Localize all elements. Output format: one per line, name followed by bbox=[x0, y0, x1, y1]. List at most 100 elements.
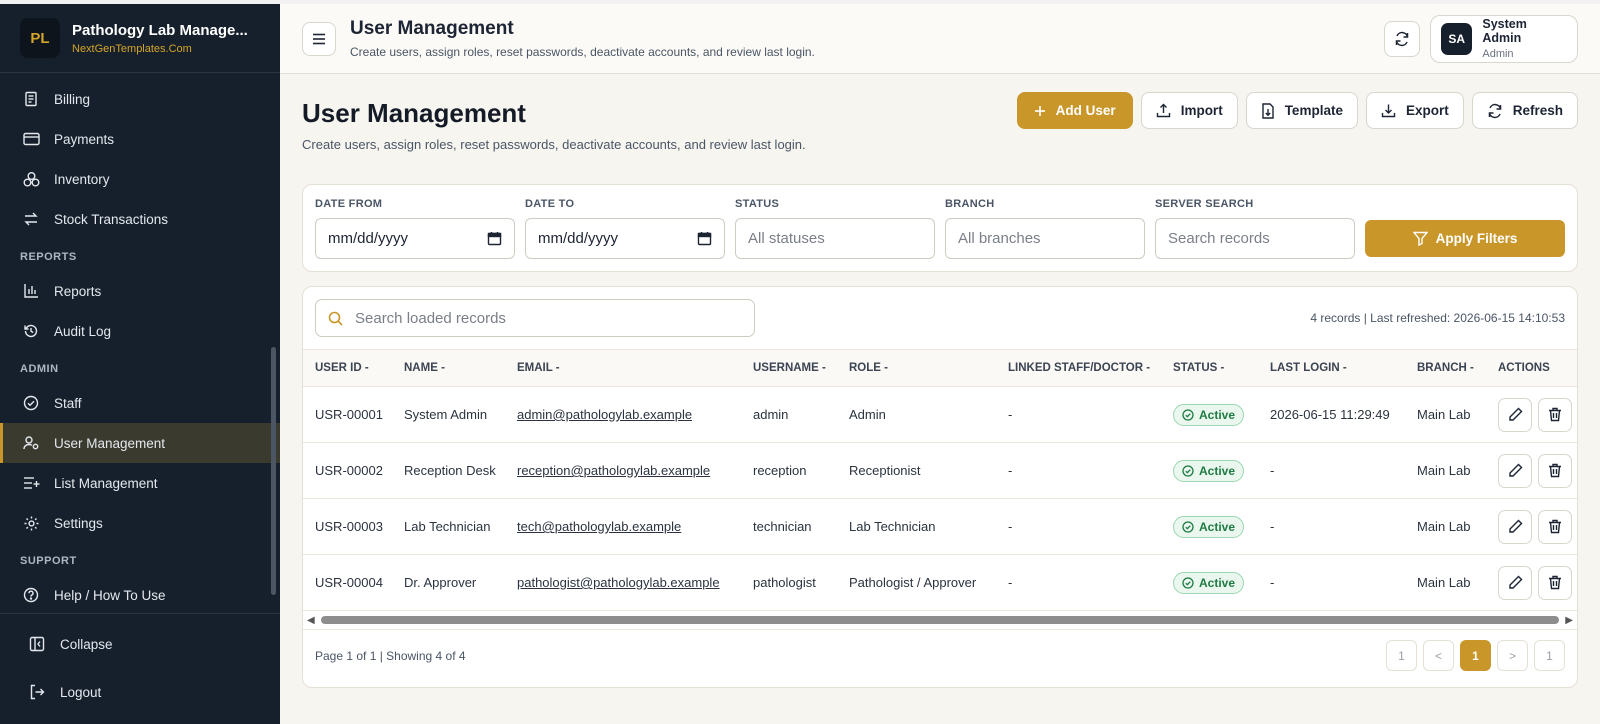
main-area: User Management Create users, assign rol… bbox=[280, 0, 1600, 724]
delete-button[interactable] bbox=[1538, 509, 1572, 544]
cell-email-link[interactable]: admin@pathologylab.example bbox=[505, 386, 741, 443]
upload-icon bbox=[1156, 103, 1171, 118]
cell-status: Active bbox=[1161, 554, 1258, 611]
user-cog-icon bbox=[22, 434, 40, 452]
gear-icon bbox=[22, 514, 40, 532]
table-search-input[interactable]: Search loaded records bbox=[315, 299, 755, 337]
sidebar-item-label: Settings bbox=[54, 515, 103, 531]
filters-panel: DATE FROM mm/dd/yyyy DATE TO mm/dd/yyyy … bbox=[302, 184, 1578, 272]
sidebar-item-user-management[interactable]: User Management bbox=[0, 423, 280, 463]
refresh-button[interactable]: Refresh bbox=[1471, 92, 1578, 129]
status-badge: Active bbox=[1173, 515, 1245, 538]
check-circle-icon bbox=[1182, 408, 1194, 421]
collapse-button[interactable]: Collapse bbox=[0, 620, 280, 668]
col-user-id[interactable]: USER ID - bbox=[303, 349, 392, 387]
date-to-label: DATE TO bbox=[525, 198, 575, 210]
status-select[interactable]: All statuses bbox=[735, 218, 935, 259]
table-horizontal-scrollbar[interactable]: ◀ ▶ bbox=[303, 611, 1577, 629]
delete-button[interactable] bbox=[1538, 397, 1572, 432]
cell-email-link[interactable]: tech@pathologylab.example bbox=[505, 498, 741, 555]
cell-last-login: - bbox=[1258, 498, 1405, 555]
cell-email-link[interactable]: pathologist@pathologylab.example bbox=[505, 554, 741, 611]
cell-actions bbox=[1486, 442, 1577, 499]
page-prev-button[interactable]: < bbox=[1423, 640, 1454, 671]
cell-role: Pathologist / Approver bbox=[837, 554, 996, 611]
table-row: USR-00002 Reception Desk reception@patho… bbox=[303, 442, 1577, 499]
sidebar-item-label: Payments bbox=[54, 131, 115, 147]
topbar-subtitle: Create users, assign roles, reset passwo… bbox=[350, 45, 815, 59]
check-circle-icon bbox=[1182, 520, 1194, 533]
server-search-input[interactable]: Search records bbox=[1155, 218, 1355, 259]
cell-email-link[interactable]: reception@pathologylab.example bbox=[505, 442, 741, 499]
check-circle-icon bbox=[22, 394, 40, 412]
delete-button[interactable] bbox=[1538, 453, 1572, 488]
col-name[interactable]: NAME - bbox=[392, 349, 505, 387]
sidebar-item-payments[interactable]: Payments bbox=[0, 119, 280, 159]
page-first-button[interactable]: 1 bbox=[1386, 640, 1417, 671]
sidebar-item-stock-transactions[interactable]: Stock Transactions bbox=[0, 199, 280, 239]
topbar: User Management Create users, assign rol… bbox=[280, 0, 1600, 74]
date-from-input[interactable]: mm/dd/yyyy bbox=[315, 218, 515, 259]
page-last-button[interactable]: 1 bbox=[1534, 640, 1565, 671]
sidebar-item-label: Stock Transactions bbox=[54, 211, 169, 227]
apply-filters-button[interactable]: Apply Filters bbox=[1365, 220, 1565, 257]
sidebar-item-help[interactable]: Help / How To Use bbox=[0, 575, 280, 613]
sidebar-item-billing[interactable]: Billing bbox=[0, 79, 280, 119]
sidebar-item-label: Reports bbox=[54, 283, 102, 299]
status-badge: Active bbox=[1173, 571, 1245, 594]
template-button[interactable]: Template bbox=[1245, 92, 1358, 129]
table-header-row: USER ID - NAME - EMAIL - USERNAME - ROLE… bbox=[303, 349, 1577, 387]
col-branch[interactable]: BRANCH - bbox=[1405, 349, 1486, 387]
cell-linked: - bbox=[996, 442, 1161, 499]
cell-name: System Admin bbox=[392, 386, 505, 443]
history-icon bbox=[22, 322, 40, 340]
edit-button[interactable] bbox=[1498, 397, 1532, 432]
export-button[interactable]: Export bbox=[1365, 92, 1464, 129]
date-to-input[interactable]: mm/dd/yyyy bbox=[525, 218, 725, 259]
search-icon bbox=[328, 311, 343, 326]
app-root: PL Pathology Lab Manage... NextGenTempla… bbox=[0, 0, 1600, 724]
page-next-button[interactable]: > bbox=[1497, 640, 1528, 671]
sidebar-item-settings[interactable]: Settings bbox=[0, 503, 280, 543]
page-current-button[interactable]: 1 bbox=[1460, 640, 1491, 671]
sidebar-item-staff[interactable]: Staff bbox=[0, 383, 280, 423]
scroll-left-arrow-icon[interactable]: ◀ bbox=[307, 615, 315, 626]
add-user-label: Add User bbox=[1055, 103, 1116, 118]
cell-actions bbox=[1486, 386, 1577, 443]
add-user-button[interactable]: Add User bbox=[1016, 92, 1133, 129]
sidebar-item-audit-log[interactable]: Audit Log bbox=[0, 311, 280, 351]
edit-button[interactable] bbox=[1498, 509, 1532, 544]
col-email[interactable]: EMAIL - bbox=[505, 349, 741, 387]
sidebar-item-reports[interactable]: Reports bbox=[0, 271, 280, 311]
branch-label: BRANCH bbox=[945, 198, 995, 210]
brand[interactable]: PL Pathology Lab Manage... NextGenTempla… bbox=[0, 0, 280, 73]
edit-button[interactable] bbox=[1498, 453, 1532, 488]
scroll-right-arrow-icon[interactable]: ▶ bbox=[1565, 615, 1573, 626]
cell-username: reception bbox=[741, 442, 837, 499]
cell-username: pathologist bbox=[741, 554, 837, 611]
pencil-icon bbox=[1508, 407, 1522, 421]
col-status[interactable]: STATUS - bbox=[1161, 349, 1258, 387]
refresh-icon bbox=[1395, 31, 1409, 46]
import-button[interactable]: Import bbox=[1140, 92, 1238, 129]
sidebar-scrollbar[interactable] bbox=[271, 347, 276, 595]
template-label: Template bbox=[1284, 103, 1343, 118]
col-role[interactable]: ROLE - bbox=[837, 349, 996, 387]
logout-button[interactable]: Logout bbox=[0, 668, 280, 716]
col-username[interactable]: USERNAME - bbox=[741, 349, 837, 387]
delete-button[interactable] bbox=[1538, 565, 1572, 600]
cell-last-login: 2026-06-15 11:29:49 bbox=[1258, 386, 1405, 443]
topbar-refresh-button[interactable] bbox=[1384, 20, 1420, 57]
col-last-login[interactable]: LAST LOGIN - bbox=[1258, 349, 1405, 387]
branch-select[interactable]: All branches bbox=[945, 218, 1145, 259]
section-reports: REPORTS bbox=[20, 251, 77, 263]
sidebar-item-list-management[interactable]: List Management bbox=[0, 463, 280, 503]
sidebar-item-inventory[interactable]: Inventory bbox=[0, 159, 280, 199]
col-actions: ACTIONS bbox=[1486, 349, 1577, 387]
scroll-thumb[interactable] bbox=[320, 616, 1560, 624]
user-menu[interactable]: SA System Admin Admin bbox=[1430, 14, 1578, 63]
col-linked-staff[interactable]: LINKED STAFF/DOCTOR - bbox=[996, 349, 1161, 387]
pencil-icon bbox=[1508, 463, 1522, 477]
edit-button[interactable] bbox=[1498, 565, 1532, 600]
menu-toggle-button[interactable] bbox=[302, 21, 336, 56]
